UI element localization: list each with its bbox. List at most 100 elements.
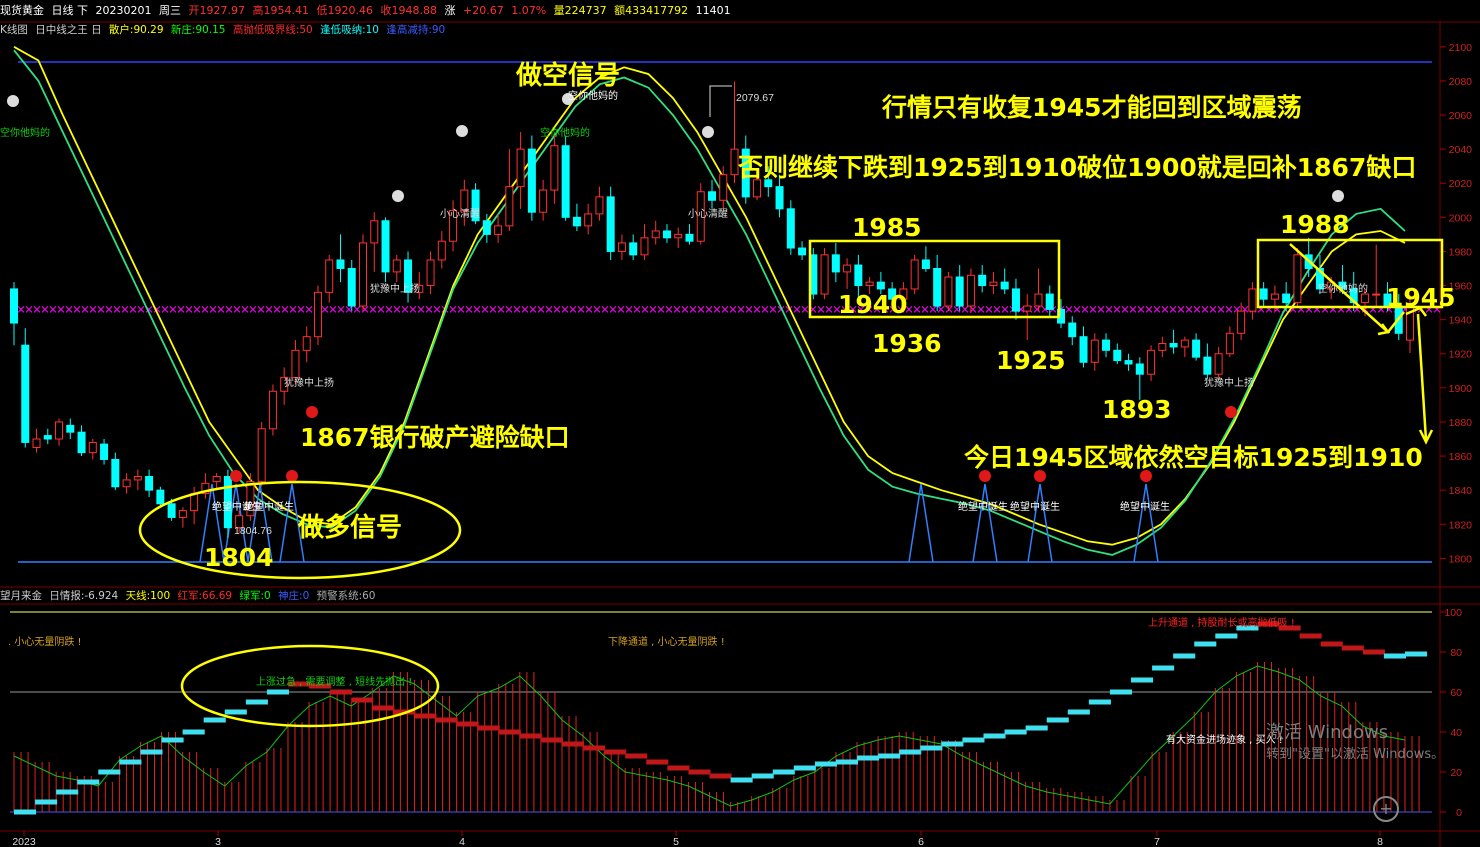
- osc-main-step: [962, 737, 985, 743]
- candle-body: [1158, 343, 1167, 351]
- candle-body: [1225, 332, 1234, 355]
- candle-body: [1259, 288, 1268, 300]
- candle-body: [595, 196, 604, 215]
- signal-spike: [1133, 483, 1159, 563]
- candle-body: [291, 349, 300, 379]
- candle-body: [1180, 339, 1189, 348]
- smiley-icon: [392, 190, 404, 202]
- signal-caption: 绝望中诞生: [958, 500, 1008, 513]
- signal-caption: 绝望中诞生: [1010, 500, 1060, 513]
- osc-main-step: [646, 759, 669, 765]
- today-note: 今日1945区域依然空目标1925到1910: [964, 443, 1423, 472]
- osc-main-step: [456, 721, 479, 727]
- osc-main-step: [161, 737, 184, 743]
- price-tick-label: 2060: [1449, 110, 1473, 122]
- osc-main-step: [751, 773, 774, 779]
- candle-body: [640, 237, 649, 256]
- osc-main-step: [1088, 699, 1111, 705]
- short-signal-label: 做空信号: [515, 60, 620, 91]
- candle-body: [1372, 293, 1381, 296]
- level-label: 1988: [1280, 210, 1350, 239]
- candle-body: [145, 476, 154, 491]
- osc-main-step: [1341, 645, 1364, 651]
- osc-main-step: [1025, 725, 1048, 731]
- candle-body: [370, 220, 379, 244]
- osc-tick-label: 80: [1450, 647, 1462, 659]
- candle-body: [719, 174, 728, 201]
- osc-main-step: [709, 773, 732, 779]
- candle-body: [100, 443, 109, 460]
- price-tick-label: 1920: [1449, 349, 1473, 361]
- osc-main-step: [625, 753, 648, 759]
- candle-body: [1102, 339, 1111, 351]
- candle-body: [325, 259, 334, 293]
- candle-body: [606, 196, 615, 252]
- chart-canvas[interactable]: 2100208020602040202020001980196019401920…: [0, 0, 1480, 847]
- signal-dot: [306, 406, 318, 418]
- osc-note: . 小心无量阴跌 !: [8, 635, 82, 648]
- candle-body: [1293, 254, 1302, 304]
- candle-body: [854, 264, 863, 287]
- candle-body: [978, 274, 987, 287]
- candle-body: [1034, 293, 1043, 307]
- price-tick-label: 1880: [1449, 417, 1473, 429]
- date-tick-label: 7: [1154, 836, 1160, 847]
- osc-main-step: [1215, 633, 1238, 639]
- sub-note: 否则继续下跌到1925到1910破位1900就是回补1867缺口: [737, 153, 1416, 182]
- candle-body: [662, 230, 671, 239]
- signal-caption: 犹豫中上扬: [284, 376, 334, 389]
- candle-body: [550, 145, 559, 191]
- date-tick-label: 3: [215, 836, 221, 847]
- osc-main-step: [1109, 689, 1133, 695]
- candle-body: [1192, 339, 1201, 358]
- candle-body: [617, 242, 626, 252]
- candle-body: [798, 247, 807, 256]
- candle-body: [629, 242, 638, 256]
- candle-body: [32, 438, 41, 449]
- smiley-icon: [7, 95, 19, 107]
- candle-body: [876, 281, 885, 290]
- candle-body: [268, 390, 277, 430]
- candle-body: [460, 189, 469, 212]
- zoom-in-icon[interactable]: +: [1373, 796, 1399, 822]
- osc-main-step: [793, 765, 816, 771]
- candle-body: [955, 276, 964, 307]
- candle-body: [392, 259, 401, 273]
- signal-caption: 绝望中诞生: [1120, 500, 1170, 513]
- candle-body: [133, 476, 142, 481]
- signal-dot: [1225, 406, 1237, 418]
- osc-main-step: [435, 717, 458, 723]
- candle-body: [381, 220, 390, 273]
- watermark-subtitle: 转到"设置"以激活 Windows。: [1266, 747, 1445, 762]
- level-label: 1940: [838, 290, 908, 319]
- candle-body: [516, 148, 525, 188]
- osc-main-step: [1067, 709, 1090, 715]
- date-tick-label: 8: [1377, 836, 1383, 847]
- candle-body: [1270, 293, 1279, 300]
- candle-body: [786, 208, 795, 249]
- candle-body: [1237, 310, 1246, 334]
- osc-main-step: [1362, 649, 1385, 655]
- long-signal-label: 做多信号: [297, 513, 402, 543]
- level-label: 1893: [1102, 395, 1172, 424]
- osc-main-step: [1194, 641, 1217, 647]
- candle-body: [178, 510, 187, 518]
- candle-body: [1360, 293, 1369, 304]
- osc-note: 上升通道 , 持股耐长或高抛低吸 !: [1148, 616, 1295, 629]
- candle-body: [88, 441, 97, 454]
- osc-main-step: [878, 753, 901, 759]
- candle-body: [820, 254, 829, 295]
- price-tick-label: 1840: [1449, 485, 1473, 497]
- candle-body: [572, 216, 581, 227]
- candle-body: [1169, 343, 1178, 348]
- high-price-label: 2079.67: [736, 92, 774, 104]
- date-tick-label: 2023: [12, 836, 36, 847]
- candle-body: [775, 186, 784, 210]
- osc-main-step: [414, 713, 437, 719]
- target-arrow: [1416, 313, 1428, 441]
- osc-main-step: [245, 699, 268, 705]
- candle-body: [1079, 336, 1088, 363]
- candle-body: [167, 503, 176, 518]
- osc-tick-label: 60: [1450, 687, 1462, 699]
- high-price-leader: [709, 85, 732, 117]
